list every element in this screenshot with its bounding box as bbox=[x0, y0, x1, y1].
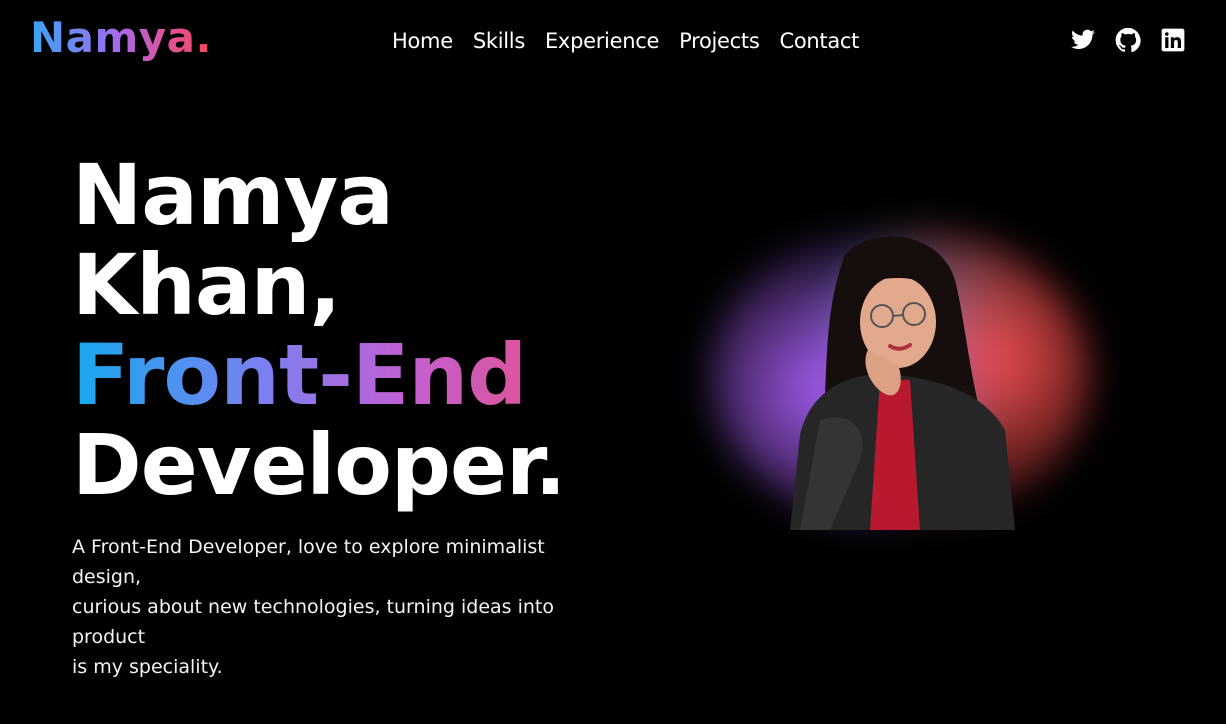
intro-line: curious about new technologies, turning … bbox=[72, 596, 554, 618]
hero-headline-block: Namya Khan, Front-End Developer. bbox=[72, 150, 632, 510]
nav-skills-link[interactable]: Skills bbox=[473, 26, 525, 56]
headline-last-name: Khan, bbox=[72, 236, 341, 334]
intro-line: A Front-End Developer, love to explore m… bbox=[72, 536, 545, 558]
intro-line: is my speciality. bbox=[72, 656, 223, 678]
intro-line: product bbox=[72, 626, 146, 648]
headline-role: Developer. bbox=[72, 416, 566, 514]
nav-experience-link[interactable]: Experience bbox=[545, 26, 659, 56]
headline-first-name: Namya bbox=[72, 146, 394, 244]
nav-home-link[interactable]: Home bbox=[392, 26, 453, 56]
twitter-icon[interactable] bbox=[1070, 27, 1096, 53]
hero-intro: A Front-End Developer, love to explore m… bbox=[72, 532, 592, 682]
github-icon[interactable] bbox=[1115, 27, 1141, 53]
hero-portrait bbox=[690, 210, 1110, 550]
headline-role-highlight: Front-End bbox=[72, 330, 632, 420]
nav-projects-link[interactable]: Projects bbox=[679, 26, 760, 56]
social-links bbox=[1070, 27, 1186, 53]
hero-headline: Namya Khan, Front-End Developer. bbox=[72, 150, 632, 510]
navbar: Namya. Home Skills Experience Projects C… bbox=[0, 0, 1226, 84]
profile-photo bbox=[790, 236, 1015, 530]
nav-links: Home Skills Experience Projects Contact bbox=[392, 26, 859, 56]
logo[interactable]: Namya. bbox=[30, 12, 212, 64]
nav-contact-link[interactable]: Contact bbox=[779, 26, 859, 56]
linkedin-icon[interactable] bbox=[1160, 27, 1186, 53]
intro-line: design, bbox=[72, 566, 142, 588]
